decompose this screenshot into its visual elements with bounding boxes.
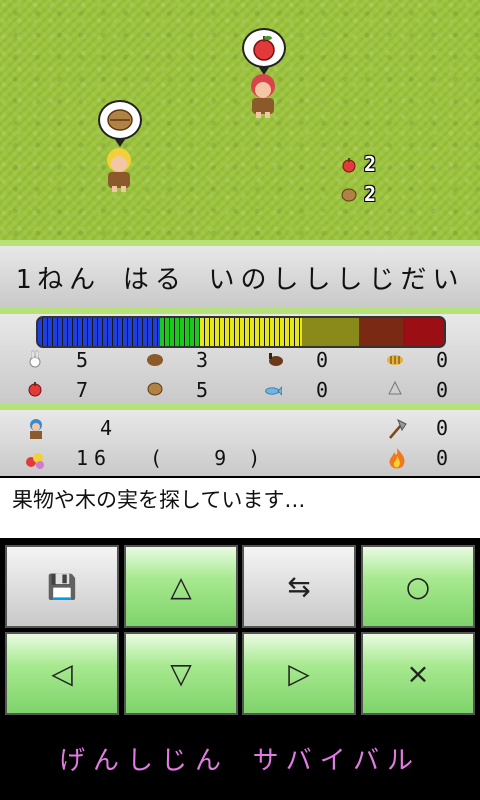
cross-icon: × [406, 657, 430, 690]
food-icon [26, 453, 44, 469]
deer-count: 0 [316, 348, 329, 372]
left-icon: ◁ [51, 657, 73, 690]
down-button[interactable]: ▽ [124, 632, 238, 715]
right-button[interactable]: ▷ [242, 632, 356, 715]
apple-icon [253, 36, 275, 61]
date-panel: 1ねん はる いのしししじだい [0, 246, 480, 308]
down-icon: ▽ [170, 657, 192, 690]
fish-icon [265, 386, 282, 396]
left-button[interactable]: ◁ [5, 632, 119, 715]
food-total: 16 [76, 446, 113, 470]
food-reserve-open-paren: ( [150, 446, 163, 470]
date-text: 1ねん はる いのしししじだい [15, 264, 465, 295]
fire-count: 0 [436, 446, 449, 470]
nut-thought-bubble [98, 100, 142, 147]
right-icon: ▷ [288, 657, 310, 690]
tool-count: 0 [436, 416, 449, 440]
save-icon: 💾 [47, 572, 77, 601]
nut-stock: 5 [196, 378, 209, 402]
apple-stock: 7 [76, 378, 89, 402]
caveman-red-hair[interactable] [246, 72, 280, 118]
food-reserve: ( 9 ) [150, 446, 260, 470]
nut-icon [147, 382, 163, 396]
food-reserve-close-paren: ) [248, 446, 261, 470]
food-count: 16 [76, 446, 112, 470]
gauge-segment-green [159, 318, 201, 346]
nut-count: 2 [364, 182, 377, 206]
fire-icon [389, 448, 405, 469]
save-button[interactable]: 💾 [5, 545, 119, 628]
people-panel: 4 0 16 ( 9 ) 0 [0, 410, 480, 476]
nut-icon [107, 109, 133, 131]
shell-icon [388, 380, 402, 395]
apple-thought-bubble [242, 28, 286, 75]
boar-count: 3 [196, 348, 209, 372]
apple-icon [342, 158, 356, 173]
tiger-count: 0 [436, 348, 449, 372]
game-field: 2 2 [0, 0, 480, 240]
status-message: 果物や木の実を探しています… [0, 478, 480, 538]
swap-button[interactable]: ⇆ [242, 545, 356, 628]
satiety-gauge [36, 316, 446, 348]
boar-icon [147, 354, 163, 366]
food-reserve-value: 9 [214, 446, 227, 470]
apple-icon [28, 382, 42, 397]
gauge-segment-red [403, 318, 444, 346]
game-title: げんしじん サバイバル [58, 746, 422, 776]
caveman-blonde[interactable] [102, 146, 136, 192]
deer-icon [269, 353, 283, 366]
fish-count: 0 [316, 378, 329, 402]
gauge-segment-olive [301, 318, 359, 346]
stone-axe-icon [389, 418, 407, 439]
nut-icon [341, 188, 357, 202]
caveman-icon [30, 419, 42, 439]
up-button[interactable]: △ [124, 545, 238, 628]
shell-count: 0 [436, 378, 449, 402]
tiger-icon [387, 355, 403, 365]
circle-icon: ○ [405, 570, 431, 603]
gauge-segment-blue [38, 318, 160, 346]
gauge-segment-darkred [358, 318, 404, 346]
rabbit-count: 5 [76, 348, 89, 372]
member-count: 4 [100, 416, 113, 440]
apple-count: 2 [364, 152, 377, 176]
swap-icon: ⇆ [287, 570, 311, 603]
stats-panel: 5 3 0 0 7 5 0 0 [0, 314, 480, 404]
confirm-button[interactable]: ○ [361, 545, 475, 628]
rabbit-icon [29, 350, 41, 368]
cancel-button[interactable]: × [361, 632, 475, 715]
up-icon: △ [170, 570, 192, 603]
gauge-segment-yellow [200, 318, 302, 346]
